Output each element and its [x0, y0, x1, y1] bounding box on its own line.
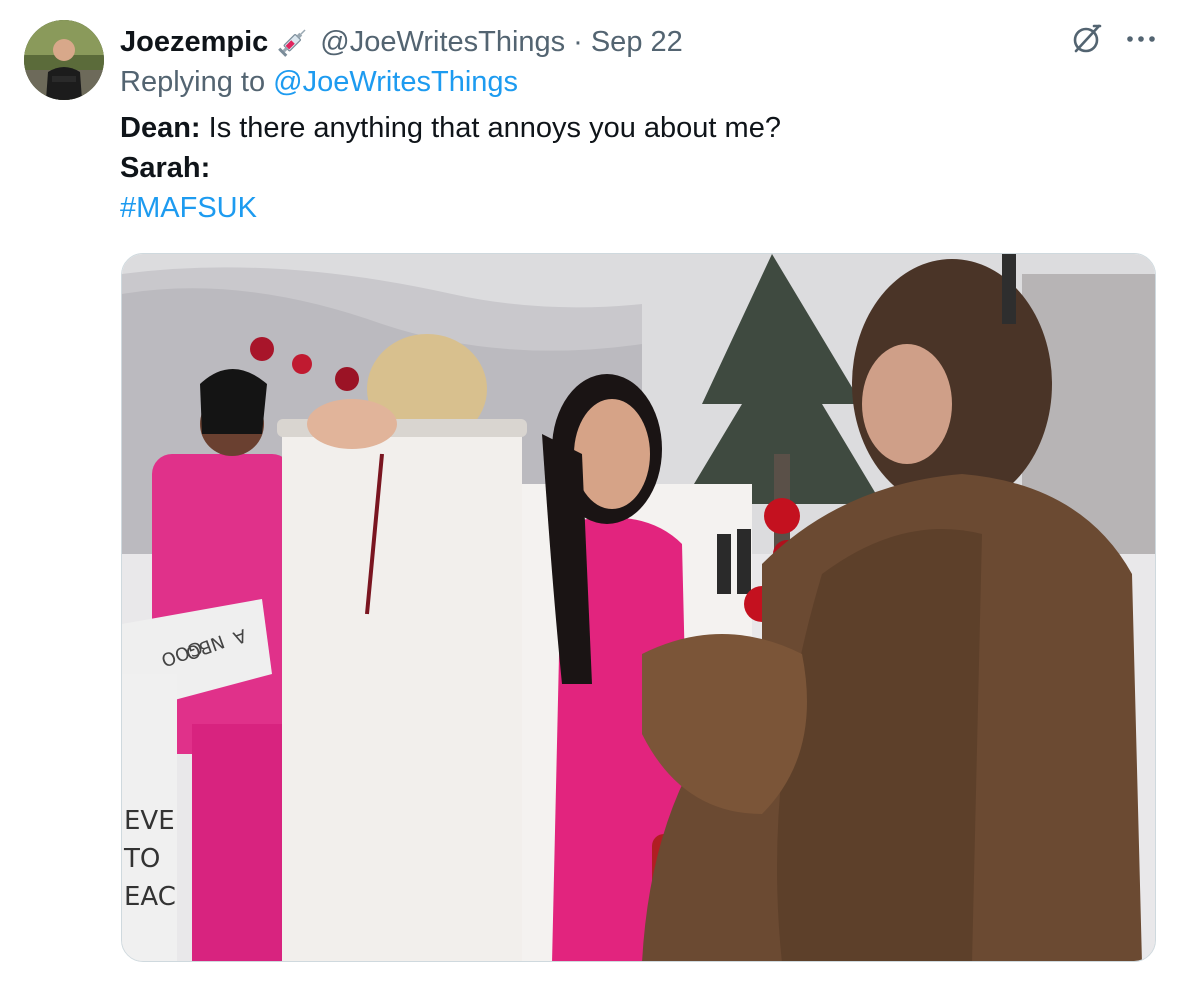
replying-to-handle[interactable]: @JoeWritesThings	[273, 66, 518, 98]
banner-text-line: EAC	[124, 882, 176, 912]
banner-text-line: EVE	[124, 806, 175, 836]
dean-question: Is there anything that annoys you about …	[200, 112, 781, 144]
speaker-sarah: Sarah:	[120, 152, 211, 184]
tweet-line-1: Dean: Is there anything that annoys you …	[120, 108, 781, 148]
tweet-date[interactable]: Sep 22	[591, 26, 683, 59]
grok-icon[interactable]	[1070, 22, 1104, 56]
tweet: Joezempic @JoeWritesThings · Sep 22 Repl…	[0, 0, 1184, 986]
tweet-header: Joezempic @JoeWritesThings · Sep 22	[120, 22, 683, 62]
hashtag-link[interactable]: #MAFSUK	[120, 192, 257, 224]
banner-text-line: TO	[123, 844, 160, 874]
replying-to: Replying to @JoeWritesThings	[120, 66, 518, 99]
tweet-text: Dean: Is there anything that annoys you …	[120, 108, 781, 228]
avatar-image	[24, 20, 104, 100]
tweet-actions-top	[1070, 22, 1156, 56]
syringe-icon	[276, 25, 310, 59]
separator-dot: ·	[573, 25, 583, 58]
tweet-line-2: Sarah:	[120, 148, 781, 188]
replying-to-label: Replying to	[120, 66, 266, 98]
tweet-media[interactable]: EVE TO EAC GOO NBO A	[121, 253, 1156, 962]
speaker-dean: Dean:	[120, 112, 201, 144]
author-handle[interactable]: @JoeWritesThings	[320, 26, 565, 59]
display-name[interactable]: Joezempic	[120, 26, 268, 59]
media-scene: EVETOEACGOONBO A	[122, 254, 1155, 961]
tweet-line-3: #MAFSUK	[120, 188, 781, 228]
more-icon[interactable]	[1126, 33, 1156, 45]
avatar[interactable]	[24, 20, 104, 100]
